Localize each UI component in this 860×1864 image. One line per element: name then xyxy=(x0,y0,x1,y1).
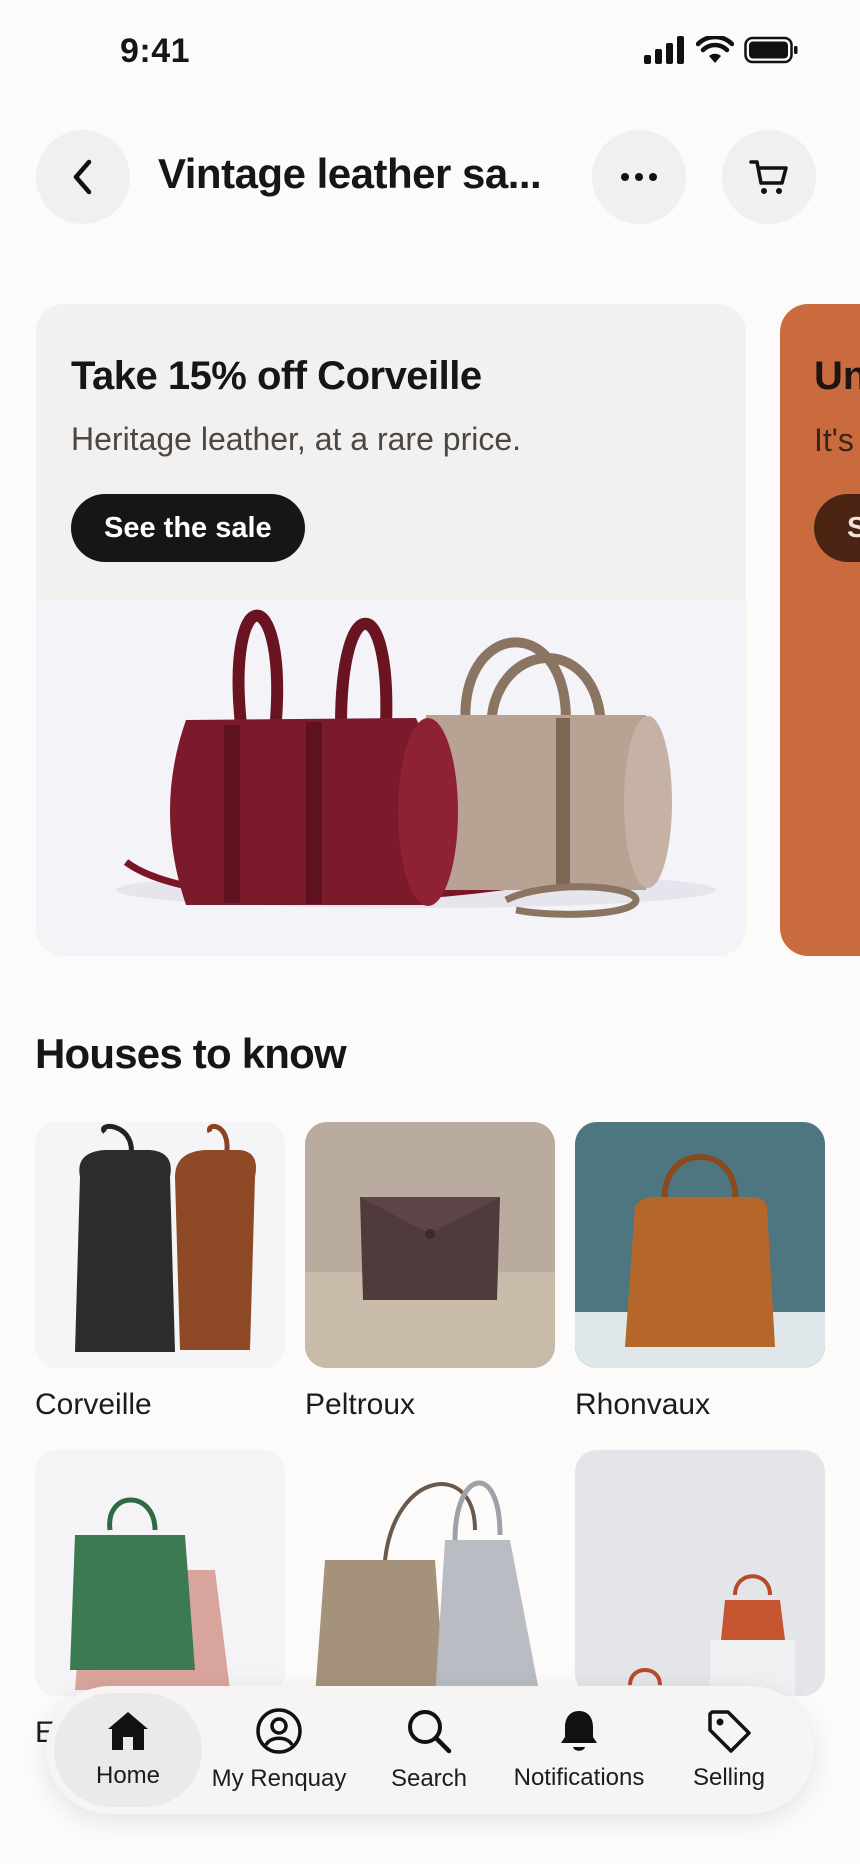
house-image xyxy=(575,1122,825,1368)
status-icons xyxy=(644,36,798,64)
promo2-button[interactable]: S xyxy=(814,494,860,562)
leather-bags-illustration xyxy=(36,600,746,956)
promo-card-next[interactable]: Un It's S xyxy=(780,304,860,956)
status-bar: 9:41 xyxy=(0,0,860,100)
bottom-nav: Home My Renquay Search Notifications Sel… xyxy=(46,1686,814,1814)
wifi-icon xyxy=(696,36,734,63)
promo-image-bags xyxy=(36,600,746,956)
house-image xyxy=(35,1122,285,1368)
house-image xyxy=(575,1450,825,1696)
signal-icon xyxy=(644,36,684,64)
house-tile-peltroux[interactable]: Peltroux xyxy=(305,1122,555,1422)
house-name: Peltroux xyxy=(305,1388,416,1421)
bell-icon xyxy=(561,1711,597,1751)
nav-label: Notifications xyxy=(513,1764,645,1791)
nav-item-selling[interactable]: Selling xyxy=(654,1686,804,1814)
house-tile-6[interactable] xyxy=(575,1450,825,1716)
nav-item-home[interactable]: Home xyxy=(54,1693,202,1807)
see-the-sale-button[interactable]: See the sale xyxy=(71,494,305,562)
promo-text: Take 15% off Corveille Heritage leather,… xyxy=(71,354,726,458)
tag-icon xyxy=(708,1710,751,1753)
house-name: Rhonvaux xyxy=(575,1388,711,1421)
nav-label: Selling xyxy=(692,1764,766,1791)
house-image xyxy=(305,1450,555,1696)
nav-item-my-renquay[interactable]: My Renquay xyxy=(204,1686,354,1814)
cart-button[interactable] xyxy=(722,130,816,224)
more-options-button[interactable] xyxy=(592,130,686,224)
house-tile-rhonvaux[interactable]: Rhonvaux xyxy=(575,1122,825,1422)
house-image xyxy=(35,1450,285,1696)
nav-label: Home xyxy=(95,1762,161,1789)
back-button[interactable] xyxy=(36,130,130,224)
nav-label: My Renquay xyxy=(211,1765,347,1792)
nav-item-notifications[interactable]: Notifications xyxy=(504,1686,654,1814)
promo-subtitle: Heritage leather, at a rare price. xyxy=(71,421,522,457)
home-icon xyxy=(108,1712,148,1750)
promo-title: Take 15% off Corveille xyxy=(71,354,482,398)
house-name: Corveille xyxy=(35,1388,152,1421)
section-title-houses: Houses to know xyxy=(35,1030,347,1077)
promo2-title: Un xyxy=(814,354,860,398)
house-tile-corveille[interactable]: Corveille xyxy=(35,1122,285,1422)
nav-label: Search xyxy=(390,1765,468,1792)
house-image xyxy=(305,1122,555,1368)
cart-icon xyxy=(749,160,788,194)
more-dots-icon xyxy=(621,173,657,181)
battery-icon xyxy=(744,36,798,64)
header: Vintage leather sa... xyxy=(0,130,860,226)
nav-item-search[interactable]: Search xyxy=(354,1686,504,1814)
chevron-left-icon xyxy=(73,159,92,195)
promo2-subtitle: It's xyxy=(814,422,854,458)
promo-card-corveille[interactable]: Take 15% off Corveille Heritage leather,… xyxy=(36,304,746,956)
page-title: Vintage leather sa... xyxy=(158,150,542,197)
search-icon xyxy=(408,1710,452,1754)
house-tile-5[interactable] xyxy=(305,1450,555,1716)
profile-icon xyxy=(256,1708,302,1754)
status-time: 9:41 xyxy=(120,32,191,70)
